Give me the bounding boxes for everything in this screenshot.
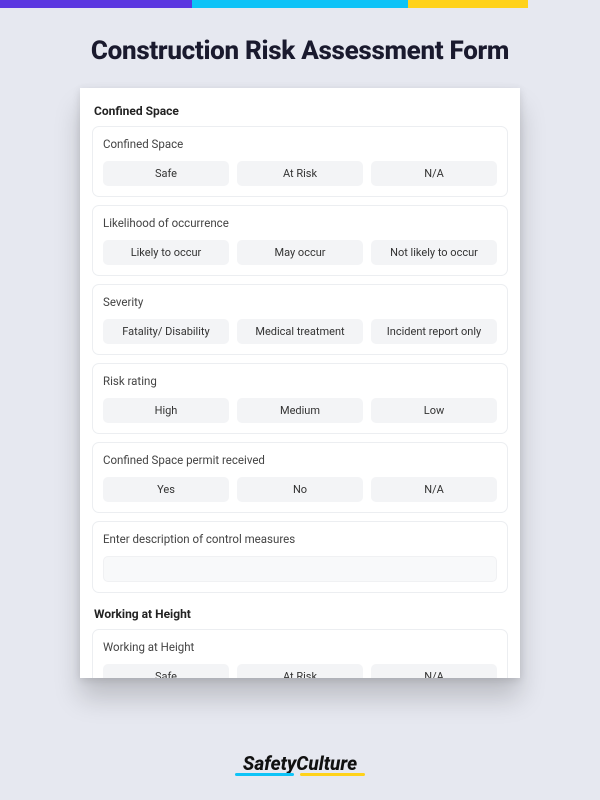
brand-stripe <box>0 0 600 8</box>
question-label: Severity <box>103 295 497 309</box>
option-button[interactable]: Not likely to occur <box>371 240 497 265</box>
option-button[interactable]: At Risk <box>237 161 363 186</box>
option-button[interactable]: Incident report only <box>371 319 497 344</box>
page-title: Construction Risk Assessment Form <box>0 36 600 66</box>
option-button[interactable]: May occur <box>237 240 363 265</box>
option-button[interactable]: Yes <box>103 477 229 502</box>
option-button[interactable]: At Risk <box>237 664 363 678</box>
option-button[interactable]: No <box>237 477 363 502</box>
description-input[interactable] <box>103 556 497 582</box>
option-button[interactable]: High <box>103 398 229 423</box>
option-button[interactable]: Likely to occur <box>103 240 229 265</box>
option-button[interactable]: Low <box>371 398 497 423</box>
question-group: Enter description of control measures <box>92 521 508 593</box>
brand-underline-icon <box>235 773 365 778</box>
option-button[interactable]: N/A <box>371 477 497 502</box>
option-button[interactable]: Medical treatment <box>237 319 363 344</box>
question-group: Risk rating High Medium Low <box>92 363 508 434</box>
option-button[interactable]: Safe <box>103 664 229 678</box>
option-button[interactable]: N/A <box>371 664 497 678</box>
brand-name: SafetyCulture <box>243 752 357 775</box>
question-group: Likelihood of occurrence Likely to occur… <box>92 205 508 276</box>
section-heading: Confined Space <box>92 100 508 126</box>
question-label: Likelihood of occurrence <box>103 216 497 230</box>
question-label: Confined Space permit received <box>103 453 497 467</box>
question-label: Working at Height <box>103 640 497 654</box>
option-button[interactable]: Fatality/ Disability <box>103 319 229 344</box>
question-group: Severity Fatality/ Disability Medical tr… <box>92 284 508 355</box>
option-button[interactable]: Medium <box>237 398 363 423</box>
question-group: Confined Space permit received Yes No N/… <box>92 442 508 513</box>
form-card: Confined Space Confined Space Safe At Ri… <box>80 88 520 678</box>
question-label: Confined Space <box>103 137 497 151</box>
question-group: Working at Height Safe At Risk N/A <box>92 629 508 678</box>
question-label: Enter description of control measures <box>103 532 497 546</box>
question-group: Confined Space Safe At Risk N/A <box>92 126 508 197</box>
question-label: Risk rating <box>103 374 497 388</box>
option-button[interactable]: N/A <box>371 161 497 186</box>
section-heading: Working at Height <box>92 603 508 629</box>
option-button[interactable]: Safe <box>103 161 229 186</box>
brand-logo: SafetyCulture <box>0 752 600 778</box>
